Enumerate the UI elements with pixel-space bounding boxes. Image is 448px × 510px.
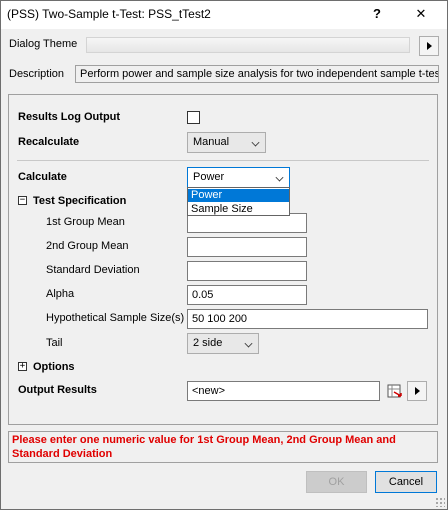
collapse-toggle-icon[interactable]: − [18,196,27,205]
output-results-menu-button[interactable] [407,381,427,401]
cancel-button[interactable]: Cancel [375,471,437,493]
recalculate-select[interactable]: Manual [187,132,266,153]
play-arrow-icon [427,42,432,50]
calculate-dropdown-list: Power Sample Size [187,187,290,216]
description-label: Description [9,68,65,80]
output-results-input[interactable]: <new> [187,381,380,401]
calculate-select[interactable]: Power [187,167,290,188]
error-message: Please enter one numeric value for 1st G… [8,431,438,463]
group1-mean-label: 1st Group Mean [46,216,125,228]
dialog-theme-menu-button[interactable] [419,36,439,56]
dialog-window: (PSS) Two-Sample t-Test: PSS_tTest2 ? ✕ … [0,0,448,510]
recalculate-value: Manual [193,136,230,148]
ok-button[interactable]: OK [306,471,367,493]
chevron-down-icon [275,173,284,182]
calculate-label: Calculate [18,171,67,183]
alpha-input[interactable]: 0.05 [187,285,307,305]
group2-mean-label: 2nd Group Mean [46,240,129,252]
hyp-sample-size-label: Hypothetical Sample Size(s) [46,312,185,324]
chevron-down-icon [244,339,253,348]
play-arrow-icon [415,387,420,395]
group2-mean-input[interactable] [187,237,307,257]
tail-label: Tail [46,337,63,349]
std-dev-input[interactable] [187,261,307,281]
resize-grip-icon[interactable] [435,497,445,507]
help-button[interactable]: ? [357,1,397,29]
results-log-output-label: Results Log Output [18,111,121,123]
title-bar: (PSS) Two-Sample t-Test: PSS_tTest2 ? ✕ [1,1,447,29]
range-select-icon[interactable] [386,382,404,400]
expand-toggle-icon[interactable]: + [18,362,27,371]
dialog-theme-field[interactable] [86,37,410,53]
tail-value: 2 side [193,337,223,349]
recalculate-label: Recalculate [18,136,80,148]
tail-select[interactable]: 2 side [187,333,259,354]
calculate-option-power[interactable]: Power [188,189,289,202]
output-results-label: Output Results [18,384,97,396]
group1-mean-input[interactable] [187,213,307,233]
options-label: Options [33,361,75,373]
window-title: (PSS) Two-Sample t-Test: PSS_tTest2 [7,7,211,21]
divider [17,160,429,161]
alpha-label: Alpha [46,288,75,300]
std-dev-label: Standard Deviation [46,264,140,276]
dialog-theme-label: Dialog Theme [9,38,78,50]
chevron-down-icon [251,138,260,147]
test-specification-label: Test Specification [33,195,127,207]
results-log-output-checkbox[interactable] [187,111,200,124]
calculate-value: Power [193,171,225,183]
calculate-option-sample-size[interactable]: Sample Size [188,203,289,216]
description-text: Perform power and sample size analysis f… [75,65,439,83]
close-button[interactable]: ✕ [401,1,441,29]
hyp-sample-size-input[interactable]: 50 100 200 [187,309,428,329]
